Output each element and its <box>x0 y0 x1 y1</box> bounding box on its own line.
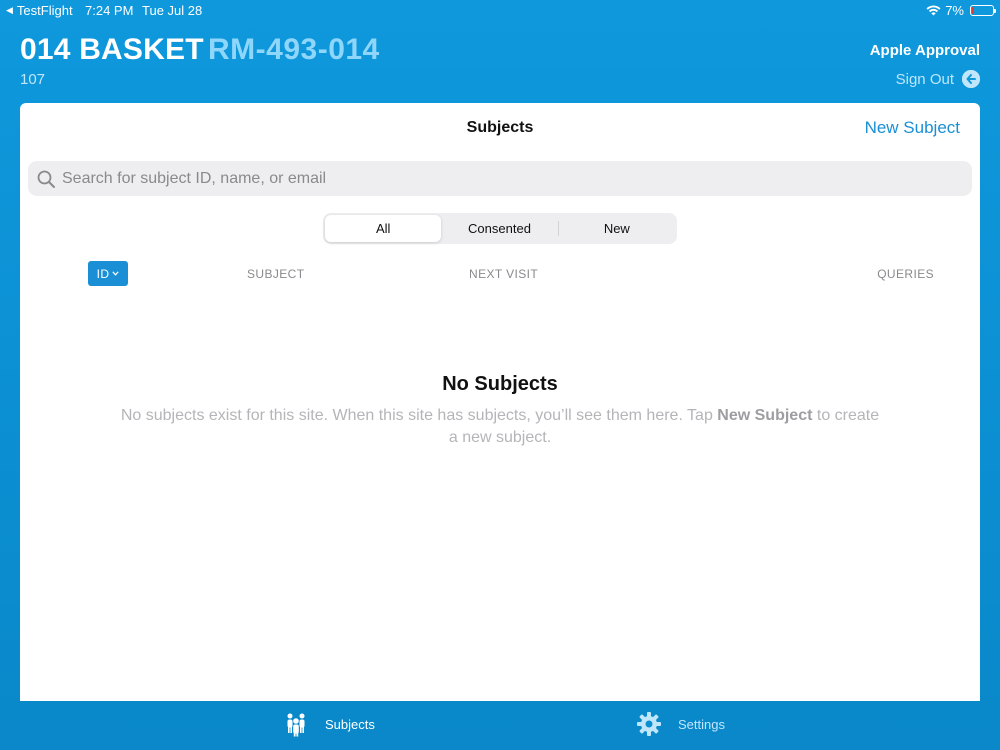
back-arrow-icon: ◀ <box>6 5 13 15</box>
battery-fill <box>972 7 974 14</box>
column-header-queries[interactable]: QUERIES <box>877 267 934 281</box>
tab-settings-label: Settings <box>678 716 725 732</box>
subjects-panel: Subjects New Subject All Consented New I… <box>20 103 980 701</box>
back-to-app-link[interactable]: ◀ TestFlight <box>6 3 73 18</box>
sort-label: ID <box>96 266 110 281</box>
new-subject-button[interactable]: New Subject <box>865 118 960 138</box>
battery-icon <box>970 5 996 16</box>
tab-bar: Subjects Settings <box>0 701 1000 750</box>
status-bar: ◀ TestFlight 7:24 PM Tue Jul 28 7% <box>0 0 1000 20</box>
empty-state-message: No subjects exist for this site. When th… <box>120 405 880 449</box>
site-code: RM-493-014 <box>208 33 380 66</box>
filter-segmented-control: All Consented New <box>323 213 677 244</box>
table-header: ID SUBJECT NEXT VISIT QUERIES <box>20 261 980 287</box>
battery-percent: 7% <box>945 3 964 18</box>
chevron-down-icon <box>112 271 120 276</box>
status-time: 7:24 PM <box>85 3 134 18</box>
wifi-icon <box>926 5 941 16</box>
empty-message-start: No subjects exist for this site. When th… <box>120 407 718 424</box>
tab-subjects-label: Subjects <box>325 716 375 732</box>
empty-message-new-subject: New Subject <box>717 407 813 424</box>
filter-tab-all[interactable]: All <box>325 215 442 242</box>
account-name: Apple Approval <box>869 42 980 59</box>
sign-out-button[interactable]: Sign Out <box>896 70 980 88</box>
empty-state-title: No Subjects <box>442 373 558 395</box>
filter-tab-new[interactable]: New <box>559 215 675 242</box>
sign-out-icon <box>962 70 980 88</box>
gear-icon <box>637 712 661 736</box>
people-icon <box>287 713 305 737</box>
filter-tab-consented[interactable]: Consented <box>441 215 557 242</box>
search-input[interactable] <box>62 169 942 188</box>
back-app-label: TestFlight <box>16 3 73 18</box>
tab-subjects[interactable]: Subjects <box>283 711 375 737</box>
site-number: 107 <box>20 71 46 88</box>
search-icon <box>37 170 55 188</box>
tab-settings[interactable]: Settings <box>636 711 725 737</box>
page-title: Subjects <box>466 119 534 136</box>
column-header-next-visit[interactable]: NEXT VISIT <box>469 267 538 281</box>
status-right: 7% <box>926 3 996 18</box>
sign-out-label: Sign Out <box>895 70 954 88</box>
status-date: Tue Jul 28 <box>142 3 203 18</box>
search-bar[interactable] <box>28 161 972 196</box>
column-header-subject[interactable]: SUBJECT <box>247 267 304 281</box>
site-name: 014 BASKET <box>20 33 204 66</box>
sort-by-id-button[interactable]: ID <box>88 261 128 286</box>
